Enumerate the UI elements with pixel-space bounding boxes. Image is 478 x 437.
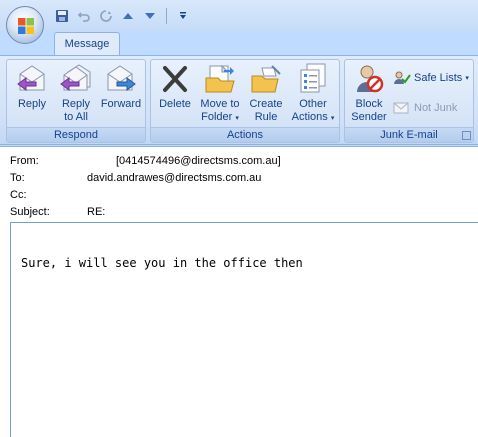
dialog-launcher-icon[interactable] (462, 131, 471, 140)
forward-button[interactable]: Forward (97, 62, 145, 128)
block-sender-label-1: Block (355, 98, 383, 110)
forward-icon (107, 65, 136, 91)
move-dropdown-icon: ▾ (235, 115, 239, 122)
create-rule-icon (251, 65, 281, 93)
message-header: From: [0414574496@directsms.com.au] To: … (0, 146, 478, 222)
reply-button[interactable]: Reply (11, 62, 53, 128)
group-respond: Reply Reply to All Forward Respond (6, 59, 146, 143)
ribbon-tabs: Message (0, 32, 478, 56)
to-label: To: (10, 172, 25, 184)
safe-lists-label: Safe Lists (414, 72, 463, 84)
quick-access-toolbar (52, 6, 193, 26)
reply-label: Reply (17, 98, 47, 110)
move-to-label-1: Move to (200, 98, 240, 110)
move-to-folder-icon (205, 64, 235, 93)
block-sender-button[interactable]: Block Sender (349, 62, 389, 128)
reply-all-button[interactable]: Reply to All (55, 62, 97, 128)
body-margin (0, 222, 10, 437)
group-junk-email: Block Sender Safe Lists ▾ Not Junk Junk … (344, 59, 474, 143)
other-actions-label-2: Actions ▾ (291, 111, 335, 123)
safe-lists-button[interactable]: Safe Lists ▾ (393, 68, 469, 88)
group-label-respond: Respond (7, 127, 145, 142)
redo-icon[interactable] (96, 6, 116, 26)
create-rule-button[interactable]: Create Rule (245, 62, 287, 128)
create-rule-label-2: Rule (254, 111, 278, 123)
other-actions-icon (300, 63, 326, 93)
subject-label: Subject: (10, 206, 50, 218)
message-body[interactable]: Sure, i will see you in the office then (10, 222, 478, 437)
group-label-junk-email: Junk E-mail (345, 127, 473, 142)
subject-value: RE: (87, 206, 106, 218)
previous-item-icon[interactable] (118, 6, 138, 26)
office-button[interactable] (6, 6, 44, 44)
next-item-icon[interactable] (140, 6, 160, 26)
save-icon[interactable] (52, 6, 72, 26)
tab-message[interactable]: Message (54, 32, 120, 56)
move-to-label-2: Folder ▾ (201, 111, 239, 123)
not-junk-button[interactable]: Not Junk (393, 98, 457, 118)
ribbon: Reply Reply to All Forward Respond Delet… (0, 55, 478, 145)
to-value: david.andrawes@directsms.com.au (87, 172, 262, 184)
undo-icon[interactable] (74, 6, 94, 26)
not-junk-label: Not Junk (414, 102, 458, 114)
delete-x-icon (163, 66, 187, 92)
customize-qat-icon[interactable] (173, 6, 193, 26)
delete-label: Delete (159, 98, 191, 110)
reply-all-label-1: Reply (61, 98, 91, 110)
move-to-folder-button[interactable]: Move to Folder ▾ (197, 62, 243, 128)
reply-all-icon (60, 64, 91, 91)
create-rule-label-1: Create (249, 98, 283, 110)
other-actions-button[interactable]: Other Actions ▾ (289, 62, 337, 128)
group-actions: Delete Move to Folder ▾ Create Rule Othe… (150, 59, 340, 143)
not-junk-icon (393, 102, 409, 114)
title-bar (0, 0, 478, 32)
reply-all-label-2: to All (64, 111, 88, 123)
from-value: [0414574496@directsms.com.au] (116, 155, 281, 167)
other-actions-label-1: Other (299, 98, 327, 110)
other-dropdown-icon: ▾ (330, 115, 335, 122)
office-logo-icon (18, 18, 34, 34)
message-body-text: Sure, i will see you in the office then (21, 256, 303, 270)
reply-icon (17, 65, 45, 91)
delete-button[interactable]: Delete (155, 62, 195, 128)
forward-label: Forward (100, 98, 142, 110)
cc-label: Cc: (10, 189, 27, 201)
safe-lists-icon (394, 71, 411, 84)
safe-lists-dropdown-icon: ▾ (465, 75, 469, 82)
from-label: From: (10, 155, 39, 167)
block-sender-icon (357, 65, 384, 93)
group-label-actions: Actions (151, 127, 339, 142)
block-sender-label-2: Sender (351, 111, 387, 123)
qat-separator (166, 8, 167, 24)
